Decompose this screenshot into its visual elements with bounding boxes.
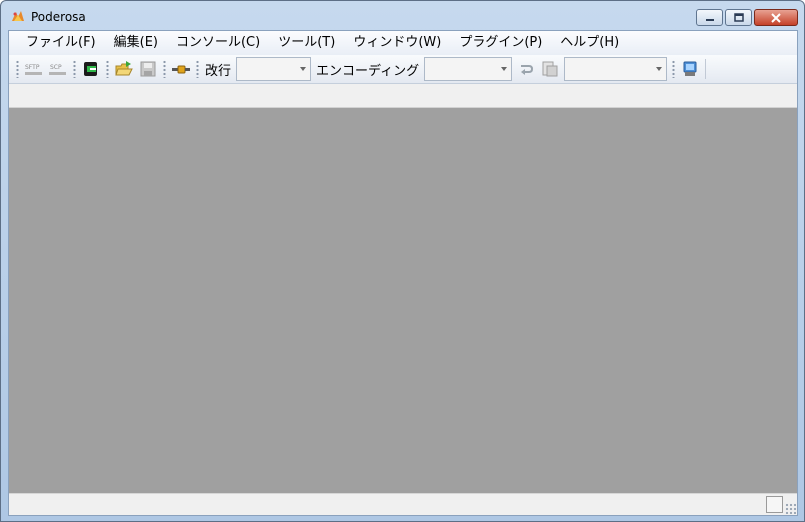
- scp-button[interactable]: SCP: [47, 58, 69, 80]
- chevron-down-icon: [656, 67, 663, 71]
- window-title: Poderosa: [31, 10, 86, 24]
- terminal-work-area[interactable]: [9, 108, 797, 493]
- sftp-icon-text: SFTP: [25, 64, 40, 71]
- open-folder-icon: [115, 61, 133, 76]
- poderosa-logo-icon: [12, 11, 24, 21]
- status-bar: [9, 493, 797, 515]
- toolbar-grip[interactable]: [16, 60, 19, 78]
- toolbar-grip[interactable]: [73, 60, 76, 78]
- restore-icon: [733, 13, 744, 22]
- newline-label: 改行: [205, 63, 232, 79]
- tab-strip: [9, 85, 797, 108]
- chevron-down-icon: [501, 67, 508, 71]
- toolbar-grip[interactable]: [196, 60, 199, 78]
- restore-button[interactable]: [725, 9, 752, 26]
- encoding-select[interactable]: [424, 57, 513, 81]
- status-indicator-panel: [766, 496, 783, 513]
- page-icon: [542, 61, 558, 77]
- sftp-icon: SFTP: [25, 64, 42, 75]
- line-wrap-button[interactable]: [515, 58, 537, 80]
- toolbar-grip[interactable]: [672, 60, 676, 78]
- newline-select[interactable]: [236, 57, 312, 81]
- minimize-icon: [705, 18, 714, 21]
- client-area: ファイル(F) 編集(E) コンソール(C) ツール(T) ウィンドウ(W) プ…: [8, 30, 798, 516]
- menu-plugin[interactable]: プラグイン(P): [450, 31, 551, 55]
- new-connection-icon: [84, 62, 97, 76]
- menu-tools[interactable]: ツール(T): [269, 31, 344, 55]
- menu-edit[interactable]: 編集(E): [105, 31, 167, 55]
- page-button[interactable]: [539, 58, 561, 80]
- toolbar-grip[interactable]: [106, 60, 109, 78]
- chevron-down-icon: [300, 67, 307, 71]
- save-icon: [140, 61, 156, 77]
- menu-file[interactable]: ファイル(F): [17, 31, 105, 55]
- application-window: Poderosa ファイル(F) 編集(E) コンソール(C) ツール(T) ウ…: [0, 0, 805, 522]
- menu-help[interactable]: ヘルプ(H): [551, 31, 628, 55]
- shell-button[interactable]: [679, 58, 701, 80]
- scp-icon: SCP: [49, 64, 66, 75]
- third-select[interactable]: [564, 57, 668, 81]
- save-button[interactable]: [137, 58, 159, 80]
- toolbar-separator: [705, 59, 707, 79]
- cable-icon: [172, 65, 190, 74]
- close-icon: [771, 12, 781, 23]
- encoding-label: エンコーディング: [316, 63, 420, 79]
- close-button[interactable]: [754, 9, 798, 26]
- caption-buttons: [696, 9, 798, 26]
- toolbar-grip[interactable]: [163, 60, 166, 78]
- new-connection-button[interactable]: [80, 58, 102, 80]
- resize-grip-icon[interactable]: [785, 503, 796, 514]
- open-button[interactable]: [113, 58, 135, 80]
- minimize-button[interactable]: [696, 9, 723, 26]
- menu-console[interactable]: コンソール(C): [167, 31, 269, 55]
- sftp-button[interactable]: SFTP: [23, 58, 45, 80]
- shell-icon: [683, 61, 697, 76]
- title-bar[interactable]: Poderosa: [1, 1, 804, 31]
- line-wrap-icon: [521, 65, 534, 75]
- toolbar: SFTP SCP 改行 エンコーディング: [9, 55, 797, 84]
- menu-window[interactable]: ウィンドウ(W): [344, 31, 450, 55]
- connect-button[interactable]: [170, 58, 192, 80]
- scp-icon-text: SCP: [50, 64, 62, 71]
- menu-bar: ファイル(F) 編集(E) コンソール(C) ツール(T) ウィンドウ(W) プ…: [9, 31, 797, 55]
